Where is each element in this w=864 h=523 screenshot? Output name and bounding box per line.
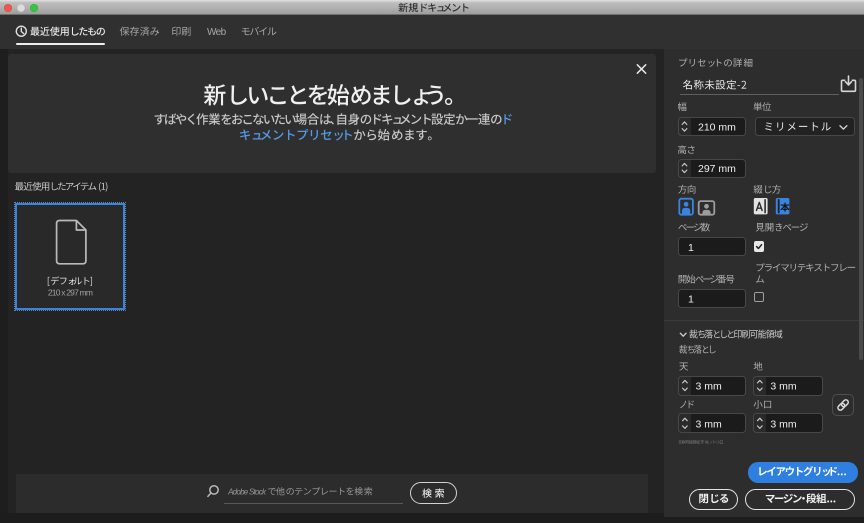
svg-text:3 mm: 3 mm	[696, 381, 723, 393]
svg-text:3 mm: 3 mm	[770, 418, 797, 430]
svg-text:Web: Web	[207, 27, 227, 38]
svg-text:210 x 297 mm: 210 x 297 mm	[48, 287, 93, 297]
svg-text:210 mm: 210 mm	[698, 121, 736, 133]
svg-text:3 mm: 3 mm	[770, 381, 797, 393]
svg-text:3 mm: 3 mm	[696, 418, 723, 430]
svg-text:1: 1	[688, 242, 694, 254]
svg-text:1: 1	[688, 293, 694, 305]
svg-text:297 mm: 297 mm	[698, 163, 736, 175]
svg-text:Adobe Stock: Adobe Stock	[227, 488, 267, 497]
